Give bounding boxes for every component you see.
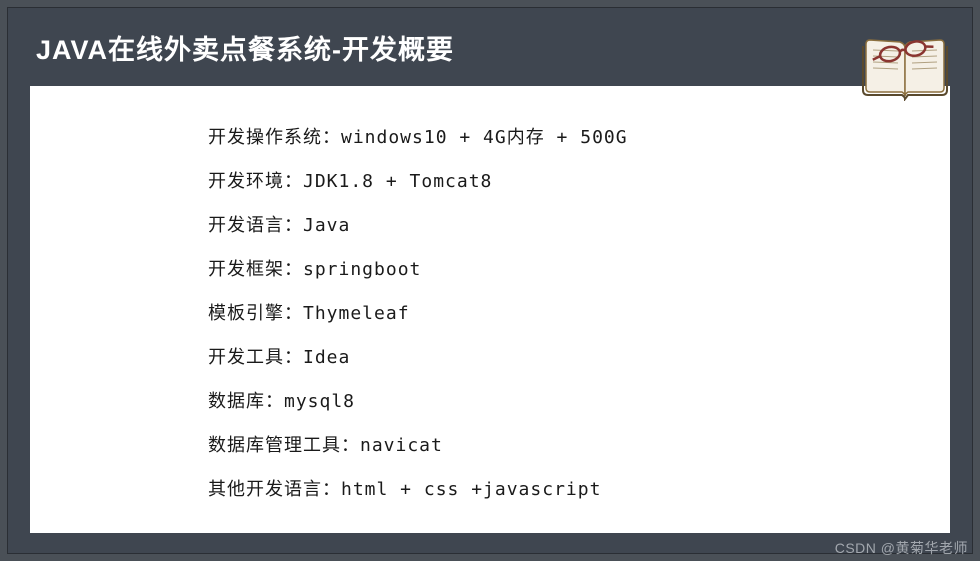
content-line: 开发语言：Java xyxy=(208,212,950,239)
content-line: 开发操作系统：windows10 + 4G内存 + 500G xyxy=(208,124,950,151)
content-line: 其他开发语言：html + css +javascript xyxy=(208,476,950,503)
content-line: 开发工具：Idea xyxy=(208,344,950,371)
content-line: 数据库：mysql8 xyxy=(208,388,950,415)
slide-container: JAVA在线外卖点餐系统-开发概要 xyxy=(7,7,973,554)
content-line: 开发环境：JDK1.8 + Tomcat8 xyxy=(208,168,950,195)
slide-title: JAVA在线外卖点餐系统-开发概要 xyxy=(36,28,454,67)
watermark-text: CSDN @黄菊华老师 xyxy=(835,538,968,558)
book-icon xyxy=(860,26,950,101)
content-line: 开发框架：springboot xyxy=(208,256,950,283)
content-line: 数据库管理工具：navicat xyxy=(208,432,950,459)
content-line: 模板引擎：Thymeleaf xyxy=(208,300,950,327)
slide-content: 开发操作系统：windows10 + 4G内存 + 500G 开发环境：JDK1… xyxy=(30,86,950,533)
slide-header: JAVA在线外卖点餐系统-开发概要 xyxy=(8,8,972,86)
